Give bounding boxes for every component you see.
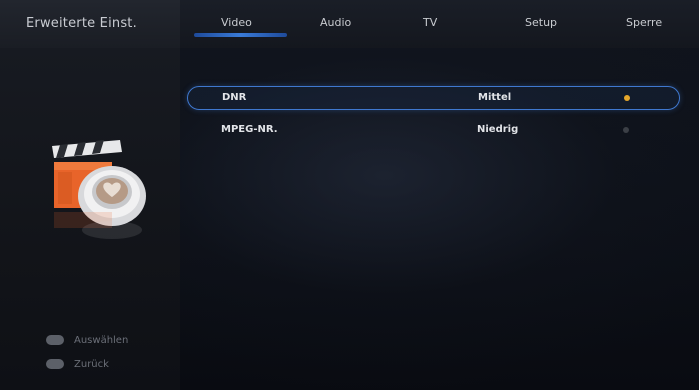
tv-settings-screen: Erweiterte Einst. Video Audio TV Setup S… bbox=[0, 0, 699, 390]
setting-value: Mittel bbox=[478, 92, 512, 103]
legend-select-label: Auswählen bbox=[74, 334, 129, 346]
ok-button-icon bbox=[46, 335, 64, 345]
section-title: Erweiterte Einst. bbox=[26, 16, 137, 31]
sidebar: Auswählen Zurück bbox=[0, 48, 180, 390]
indicator-dot-icon bbox=[624, 95, 630, 101]
tab-audio[interactable]: Audio bbox=[320, 16, 351, 29]
setting-row-mpeg-nr[interactable]: MPEG-NR. Niedrig bbox=[187, 119, 680, 143]
active-tab-indicator bbox=[194, 33, 287, 37]
legend-back: Zurück bbox=[46, 357, 109, 371]
setting-row-dnr[interactable]: DNR Mittel bbox=[187, 86, 680, 110]
setting-value: Niedrig bbox=[477, 124, 519, 135]
tab-sperre[interactable]: Sperre bbox=[626, 16, 662, 29]
menu-button-icon bbox=[46, 359, 64, 369]
setting-label: DNR bbox=[222, 92, 247, 103]
tab-video[interactable]: Video bbox=[221, 16, 252, 29]
setting-label: MPEG-NR. bbox=[221, 124, 278, 135]
legend-select: Auswählen bbox=[46, 333, 128, 347]
tab-setup[interactable]: Setup bbox=[525, 16, 557, 29]
video-clapper-coffee-icon bbox=[52, 140, 146, 239]
indicator-dot-icon bbox=[623, 127, 629, 133]
legend-back-label: Zurück bbox=[74, 358, 109, 370]
tab-tv[interactable]: TV bbox=[423, 16, 437, 29]
